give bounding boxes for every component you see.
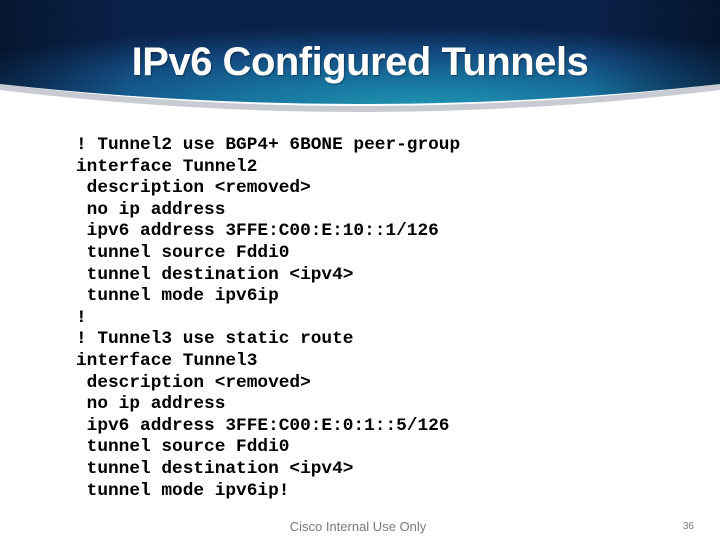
code-line: interface Tunnel3	[76, 350, 258, 371]
code-line: ! Tunnel3 use static route	[76, 329, 354, 350]
slide-title: IPv6 Configured Tunnels	[131, 40, 589, 84]
code-line: tunnel destination <ipv4>	[76, 458, 354, 479]
code-line: ipv6 address 3FFE:C00:E:0:1::5/126	[76, 415, 450, 436]
code-line: tunnel mode ipv6ip	[76, 286, 279, 307]
code-line: tunnel destination <ipv4>	[76, 264, 354, 285]
code-line: description <removed>	[76, 372, 311, 393]
code-line: tunnel source Fddi0	[76, 437, 290, 458]
code-line: no ip address	[76, 394, 226, 415]
footer-confidentiality-label: Cisco Internal Use Only	[289, 519, 427, 534]
code-line: no ip address	[76, 199, 226, 220]
code-line: tunnel mode ipv6ip!	[76, 480, 290, 501]
config-code-block: ! Tunnel2 use BGP4+ 6BONE peer-group inte…	[76, 135, 460, 502]
code-line: interface Tunnel2	[76, 156, 258, 177]
code-line: !	[76, 307, 87, 328]
code-line: ! Tunnel2 use BGP4+ 6BONE peer-group	[76, 135, 461, 155]
page-number: 36	[682, 521, 694, 532]
code-line: ipv6 address 3FFE:C00:E:10::1/126	[76, 221, 439, 242]
code-line: description <removed>	[76, 178, 311, 199]
code-line: tunnel source Fddi0	[76, 242, 290, 263]
